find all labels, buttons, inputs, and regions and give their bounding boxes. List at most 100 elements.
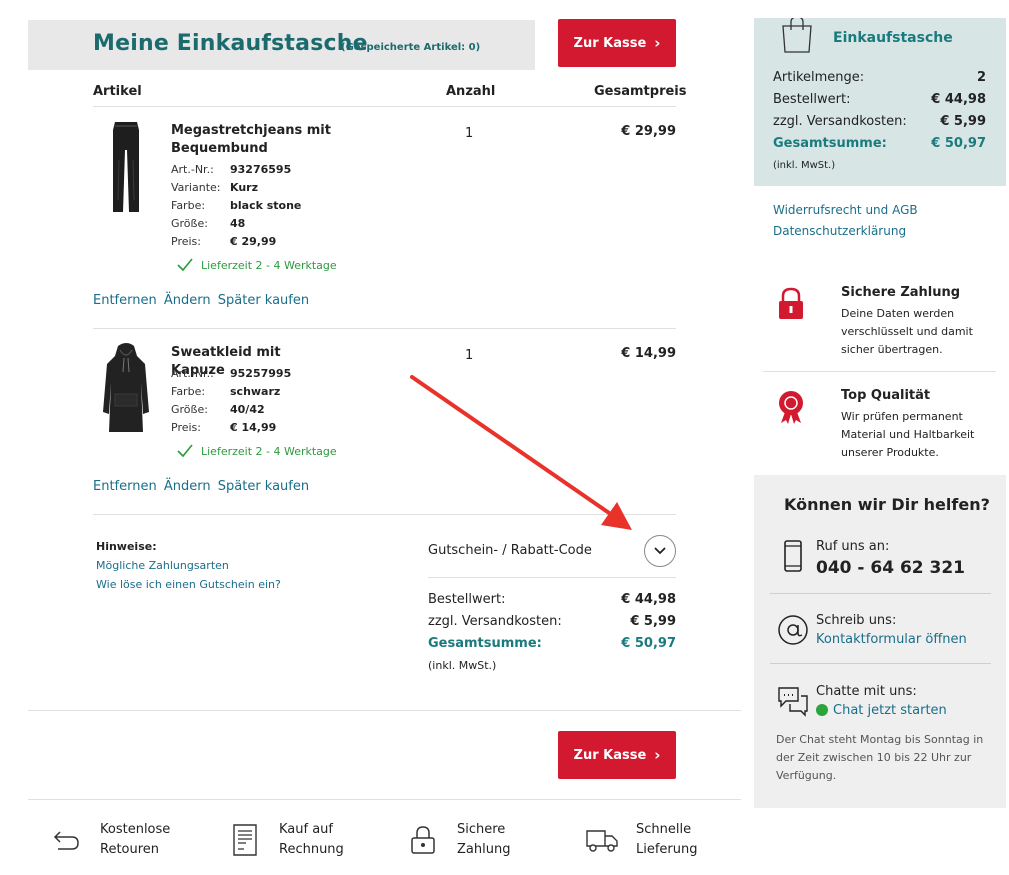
- buy-later-link[interactable]: Später kaufen: [218, 479, 309, 494]
- call-label: Ruf uns an:: [816, 539, 890, 554]
- prop-size: Größe: 40/42: [171, 403, 265, 416]
- write-label: Schreib uns:: [816, 613, 897, 628]
- item-actions: Entfernen Ändern Später kaufen: [93, 293, 312, 308]
- phone-icon: [784, 540, 802, 572]
- feature-free-returns: Kostenlose Retouren: [46, 820, 170, 860]
- summary-shipping: zzgl. Versandkosten: € 5,99: [428, 614, 676, 629]
- divider: [763, 371, 996, 372]
- terms-link[interactable]: Widerrufsrecht und AGB: [773, 200, 918, 221]
- lock-icon: [403, 820, 443, 860]
- column-total: Gesamtpreis: [594, 84, 687, 99]
- prop-size: Größe: 48: [171, 217, 246, 230]
- hints-heading: Hinweise:: [96, 540, 157, 553]
- order-summary: Bestellwert: € 44,98 zzgl. Versandkosten:…: [428, 589, 676, 677]
- saved-items-count: (Gespeicherte Artikel: 0): [341, 42, 481, 53]
- delivery-info: Lieferzeit 2 - 4 Werktage: [177, 258, 337, 272]
- feature-invoice: Kauf auf Rechnung: [225, 820, 344, 860]
- divider: [28, 710, 741, 711]
- divider: [93, 328, 676, 329]
- trust-secure-payment: Sichere Zahlung Deine Daten werden versc…: [773, 285, 1003, 361]
- checkout-button-top[interactable]: Zur Kasse ›: [558, 19, 676, 67]
- item-quantity[interactable]: 1: [465, 126, 473, 141]
- chevron-right-icon: ›: [654, 34, 661, 52]
- legal-links: Widerrufsrecht und AGB Datenschutzerklär…: [773, 200, 918, 242]
- checkout-button-bottom[interactable]: Zur Kasse ›: [558, 731, 676, 779]
- divider: [93, 514, 676, 515]
- phone-number[interactable]: 040 - 64 62 321: [816, 558, 965, 578]
- coupon-expand-button[interactable]: [644, 535, 676, 567]
- prop-color: Farbe: black stone: [171, 199, 302, 212]
- delivery-info: Lieferzeit 2 - 4 Werktage: [177, 444, 337, 458]
- prop-variant: Variante: Kurz: [171, 181, 258, 194]
- bag-order-value: Bestellwert: € 44,98: [773, 92, 986, 107]
- prop-price: Preis: € 14,99: [171, 421, 277, 434]
- summary-total: Gesamtsumme: € 50,97: [428, 636, 676, 651]
- bag-item-count: Artikelmenge: 2: [773, 70, 986, 85]
- bag-title: Einkaufstasche: [833, 30, 953, 46]
- trust-title: Top Qualität: [841, 388, 931, 403]
- bag-shipping: zzgl. Versandkosten: € 5,99: [773, 114, 986, 129]
- divider: [28, 799, 741, 800]
- remove-link[interactable]: Entfernen: [93, 293, 157, 308]
- divider: [770, 663, 991, 664]
- chat-start-link[interactable]: Chat jetzt starten: [816, 703, 947, 718]
- at-sign-icon: [778, 615, 808, 645]
- return-arrow-icon: [46, 820, 86, 860]
- summary-order-value: Bestellwert: € 44,98: [428, 592, 676, 607]
- delivery-text: Lieferzeit 2 - 4 Werktage: [201, 444, 337, 458]
- item-price: € 14,99: [621, 346, 676, 361]
- sidebar-bag-summary: Einkaufstasche Artikelmenge: 2 Bestellwer…: [754, 18, 1006, 186]
- chevron-down-icon: [654, 547, 666, 555]
- feature-fast-delivery: Schnelle Lieferung: [582, 820, 698, 860]
- divider: [770, 593, 991, 594]
- item-name[interactable]: Megastretchjeans mit Bequembund: [171, 122, 331, 158]
- prop-article-no: Art.-Nr.: 93276595: [171, 163, 292, 176]
- cart-header: Meine Einkaufstasche (Gespeicherte Artik…: [28, 20, 535, 70]
- sweatdress-thumbnail[interactable]: [93, 342, 159, 438]
- checkmark-icon: [177, 444, 193, 458]
- hints: Hinweise: Mögliche Zahlungsarten Wie lös…: [96, 537, 281, 594]
- checkmark-icon: [177, 258, 193, 272]
- divider: [93, 106, 676, 107]
- edit-link[interactable]: Ändern: [164, 293, 211, 308]
- remove-link[interactable]: Entfernen: [93, 479, 157, 494]
- item-actions: Entfernen Ändern Später kaufen: [93, 479, 312, 494]
- jeans-thumbnail[interactable]: [93, 120, 159, 216]
- invoice-icon: [225, 820, 265, 860]
- help-box: Können wir Dir helfen? Ruf uns an: 040 -…: [754, 475, 1006, 808]
- item-quantity[interactable]: 1: [465, 348, 473, 363]
- chat-bubbles-icon: [778, 687, 808, 717]
- trust-body: Deine Daten werden verschlüsselt und dam…: [841, 307, 973, 356]
- shopping-bag-icon: [782, 18, 812, 53]
- voucher-help-link[interactable]: Wie löse ich einen Gutschein ein?: [96, 575, 281, 594]
- quality-seal-icon: [779, 391, 803, 424]
- checkout-label: Zur Kasse: [573, 747, 647, 763]
- coupon-label[interactable]: Gutschein- / Rabatt-Code: [428, 543, 592, 558]
- checkout-label: Zur Kasse: [573, 35, 647, 51]
- prop-article-no: Art.-Nr.: 95257995: [171, 367, 292, 380]
- online-status-dot: [816, 704, 828, 716]
- cart-item: Sweatkleid mit Kapuze Art.-Nr.: 95257995 …: [93, 340, 676, 505]
- column-quantity: Anzahl: [446, 84, 496, 99]
- chat-label: Chatte mit uns:: [816, 684, 917, 699]
- buy-later-link[interactable]: Später kaufen: [218, 293, 309, 308]
- delivery-text: Lieferzeit 2 - 4 Werktage: [201, 258, 337, 272]
- payment-methods-link[interactable]: Mögliche Zahlungsarten: [96, 556, 281, 575]
- column-article: Artikel: [93, 84, 142, 99]
- item-properties: Art.-Nr.: 95257995 Farbe: schwarz Größe: 40…: [171, 365, 291, 437]
- bag-totals: Artikelmenge: 2 Bestellwert: € 44,98 zzgl.…: [773, 67, 986, 177]
- chevron-right-icon: ›: [654, 746, 661, 764]
- padlock-icon: [779, 287, 803, 319]
- privacy-link[interactable]: Datenschutzerklärung: [773, 221, 918, 242]
- item-properties: Art.-Nr.: 93276595 Variante: Kurz Farbe: bl…: [171, 161, 301, 251]
- edit-link[interactable]: Ändern: [164, 479, 211, 494]
- divider: [428, 577, 676, 578]
- contact-form-link[interactable]: Kontaktformular öffnen: [816, 632, 967, 647]
- help-title: Können wir Dir helfen?: [784, 495, 990, 514]
- trust-top-quality: Top Qualität Wir prüfen permanent Materi…: [773, 388, 1003, 464]
- trust-title: Sichere Zahlung: [841, 285, 961, 300]
- chat-hours-note: Der Chat steht Montag bis Sonntag in der…: [776, 733, 984, 782]
- prop-price: Preis: € 29,99: [171, 235, 277, 248]
- vat-note: (inkl. MwSt.): [773, 160, 836, 171]
- feature-secure-payment: Sichere Zahlung: [403, 820, 510, 860]
